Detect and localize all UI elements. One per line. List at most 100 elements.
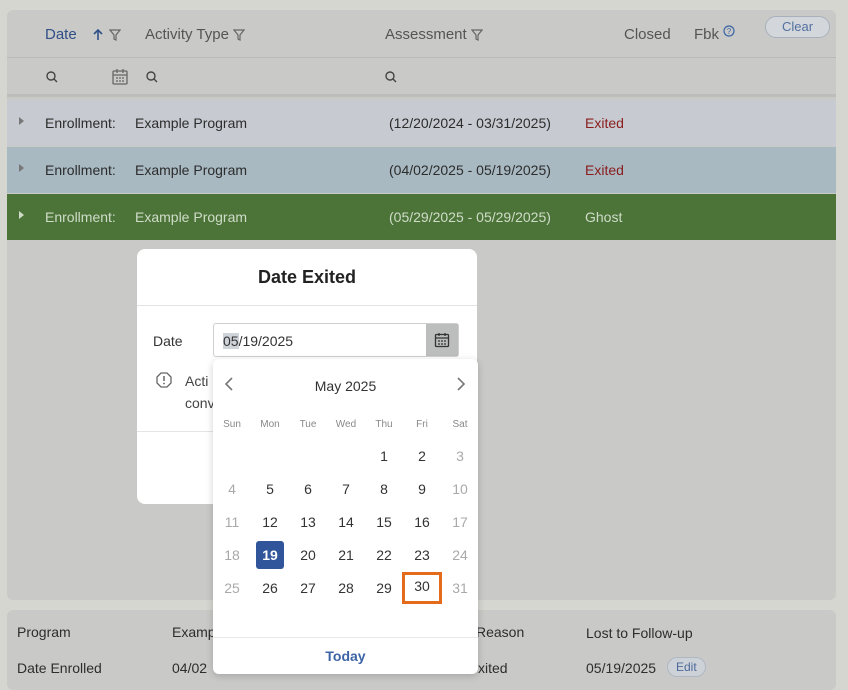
column-fbk-label: Fbk bbox=[694, 26, 720, 43]
search-icon[interactable] bbox=[146, 71, 158, 83]
edit-button[interactable]: Edit bbox=[667, 657, 706, 677]
row-type-label: Enrollment: bbox=[45, 162, 116, 178]
date-input-selected-segment: 05 bbox=[223, 333, 239, 349]
calendar-day[interactable]: 6 bbox=[294, 475, 322, 503]
notice-line-1: Acti bbox=[185, 373, 209, 389]
calendar-day[interactable]: 25 bbox=[218, 574, 246, 602]
row-date-range: (04/02/2025 - 05/19/2025) bbox=[389, 162, 551, 178]
next-month-button[interactable] bbox=[456, 375, 466, 396]
date-field-label: Date bbox=[153, 333, 183, 349]
chevron-right-icon bbox=[457, 377, 466, 391]
weekday-label: Fri bbox=[416, 419, 428, 430]
calendar-month-label: May 2025 bbox=[314, 378, 377, 394]
reason-value: Lost to Follow-up bbox=[586, 625, 693, 641]
calendar-day[interactable]: 14 bbox=[332, 508, 360, 536]
calendar-day[interactable]: 23 bbox=[408, 541, 436, 569]
filter-icon[interactable] bbox=[108, 28, 121, 41]
warning-icon bbox=[156, 372, 172, 388]
calendar-day[interactable]: 29 bbox=[370, 574, 398, 602]
calendar-day[interactable]: 19 bbox=[256, 541, 284, 569]
calendar-day[interactable]: 28 bbox=[332, 574, 360, 602]
calendar-day[interactable]: 5 bbox=[256, 475, 284, 503]
program-value: Examp bbox=[172, 624, 216, 640]
calendar-day[interactable]: 18 bbox=[218, 541, 246, 569]
calendar-toggle-button[interactable] bbox=[426, 324, 458, 356]
column-header-closed[interactable]: Closed bbox=[624, 26, 671, 43]
date-input-rest: /19/2025 bbox=[238, 333, 294, 349]
calendar-day[interactable]: 15 bbox=[370, 508, 398, 536]
filter-icon[interactable] bbox=[232, 28, 245, 41]
table-header: Date Activity Type Assessment Closed Fbk… bbox=[7, 10, 836, 58]
weekday-label: Tue bbox=[299, 419, 317, 430]
search-icon[interactable] bbox=[385, 71, 397, 83]
weekday-label: Thu bbox=[375, 419, 393, 430]
dialog-notice-text: Acti conv bbox=[185, 370, 215, 414]
sort-ascending-icon[interactable] bbox=[91, 28, 105, 42]
calendar-icon[interactable] bbox=[111, 68, 129, 86]
dialog-title: Date Exited bbox=[137, 249, 477, 306]
calendar-day[interactable]: 12 bbox=[256, 508, 284, 536]
expand-caret-icon[interactable] bbox=[19, 164, 24, 172]
date-exited-value: 05/19/2025 bbox=[586, 660, 657, 676]
calendar-day[interactable]: 17 bbox=[446, 508, 474, 536]
row-date-range: (05/29/2025 - 05/29/2025) bbox=[389, 209, 551, 225]
calendar-day[interactable]: 30 bbox=[402, 572, 442, 604]
column-header-assessment[interactable]: Assessment bbox=[385, 26, 483, 43]
calendar-day[interactable]: 10 bbox=[446, 475, 474, 503]
filter-row bbox=[7, 59, 836, 97]
column-header-activity-type[interactable]: Activity Type bbox=[145, 26, 245, 43]
calendar-day[interactable]: 11 bbox=[218, 508, 246, 536]
weekday-label: Mon bbox=[260, 419, 280, 430]
calendar-divider bbox=[213, 637, 478, 638]
table-row[interactable]: Enrollment: Example Program (04/02/2025 … bbox=[7, 147, 836, 193]
clear-button[interactable]: Clear bbox=[765, 16, 830, 38]
expand-caret-icon[interactable] bbox=[19, 211, 24, 219]
row-program: Example Program bbox=[135, 115, 248, 131]
row-status: Exited bbox=[585, 115, 624, 131]
date-input-value[interactable]: 05/19/2025 bbox=[223, 333, 293, 349]
column-header-fbk[interactable]: Fbk ? bbox=[694, 24, 735, 43]
row-program: Example Program bbox=[135, 209, 248, 225]
calendar-day[interactable]: 8 bbox=[370, 475, 398, 503]
notice-line-2: conv bbox=[185, 395, 215, 411]
calendar-day[interactable]: 1 bbox=[370, 442, 398, 470]
column-activity-label: Activity Type bbox=[145, 26, 229, 43]
calendar-day[interactable]: 27 bbox=[294, 574, 322, 602]
column-assessment-label: Assessment bbox=[385, 26, 467, 43]
table-row[interactable]: Enrollment: Example Program (12/20/2024 … bbox=[7, 100, 836, 146]
calendar-day[interactable]: 20 bbox=[294, 541, 322, 569]
calendar-day[interactable]: 16 bbox=[408, 508, 436, 536]
calendar-day[interactable]: 7 bbox=[332, 475, 360, 503]
today-button[interactable]: Today bbox=[213, 648, 478, 664]
calendar-day[interactable]: 22 bbox=[370, 541, 398, 569]
row-status: Exited bbox=[585, 162, 624, 178]
calendar-icon bbox=[434, 333, 450, 348]
svg-text:?: ? bbox=[727, 27, 732, 36]
filter-icon[interactable] bbox=[470, 28, 483, 41]
calendar-day[interactable]: 9 bbox=[408, 475, 436, 503]
calendar-day[interactable]: 26 bbox=[256, 574, 284, 602]
program-label: Program bbox=[17, 624, 71, 640]
column-header-date[interactable]: Date bbox=[45, 26, 121, 43]
calendar-day[interactable]: 24 bbox=[446, 541, 474, 569]
calendar-day[interactable]: 13 bbox=[294, 508, 322, 536]
date-enrolled-label: Date Enrolled bbox=[17, 660, 102, 676]
date-picker-calendar: May 2025 Sun Mon Tue Wed Thu Fri Sat 1 2 3 4 5 6 7 8 9 1… bbox=[213, 359, 478, 674]
weekday-label: Sun bbox=[223, 419, 241, 430]
date-input[interactable]: 05/19/2025 bbox=[213, 323, 459, 357]
calendar-day[interactable]: 4 bbox=[218, 475, 246, 503]
reason-label: Reason bbox=[476, 624, 525, 640]
calendar-day[interactable]: 21 bbox=[332, 541, 360, 569]
search-icon[interactable] bbox=[46, 71, 58, 83]
row-type-label: Enrollment: bbox=[45, 209, 116, 225]
row-type-label: Enrollment: bbox=[45, 115, 116, 131]
expand-caret-icon[interactable] bbox=[19, 117, 24, 125]
table-row[interactable]: Enrollment: Example Program (05/29/2025 … bbox=[7, 194, 836, 240]
row-status: Ghost bbox=[585, 209, 623, 225]
help-icon[interactable]: ? bbox=[723, 24, 735, 37]
calendar-day[interactable]: 31 bbox=[446, 574, 474, 602]
calendar-day[interactable]: 3 bbox=[446, 442, 474, 470]
calendar-day[interactable]: 2 bbox=[408, 442, 436, 470]
column-date-label: Date bbox=[45, 26, 77, 43]
weekday-label: Wed bbox=[335, 419, 357, 430]
